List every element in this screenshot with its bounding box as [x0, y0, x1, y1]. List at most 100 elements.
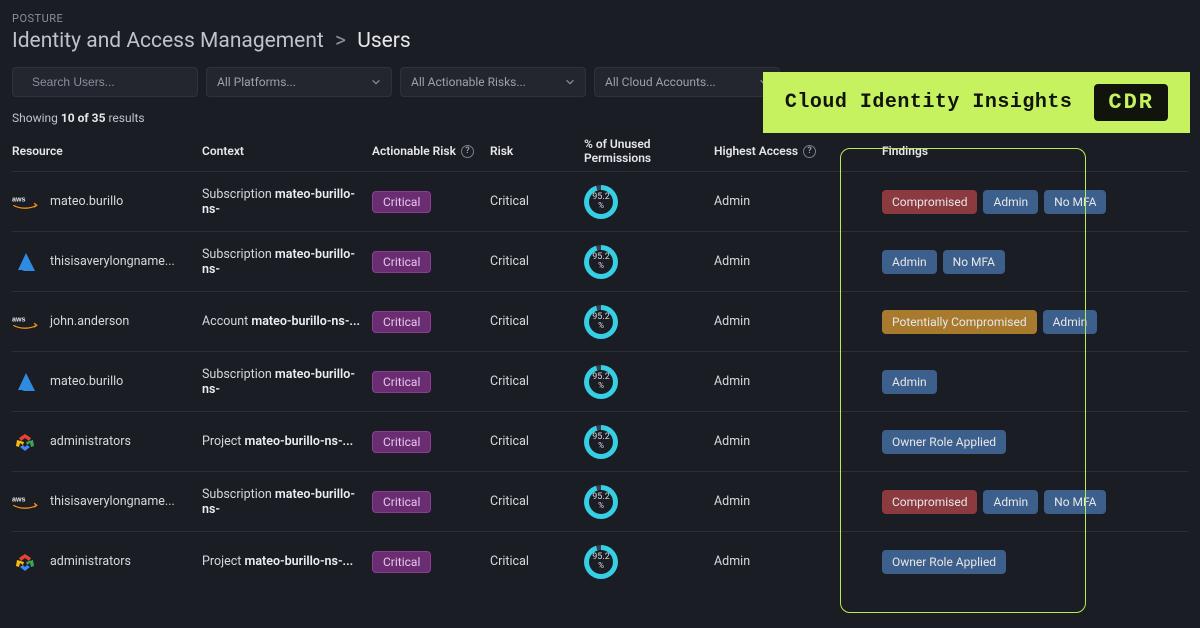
table-row[interactable]: administrators Project mateo-burillo-ns-… — [12, 411, 1188, 471]
context-value: mateo-burillo-ns-... — [244, 434, 353, 449]
users-table: Resource Context Actionable Risk ? Risk … — [0, 131, 1200, 591]
account-filter[interactable]: All Cloud Accounts... — [594, 67, 780, 97]
banner-title: Cloud Identity Insights — [785, 91, 1073, 114]
gcp-icon — [12, 429, 38, 455]
finding-tag[interactable]: No MFA — [1044, 490, 1106, 514]
finding-tag[interactable]: Compromised — [882, 190, 977, 214]
unused-cell: 95.2% — [584, 485, 714, 519]
actionable-risk-pill: Critical — [372, 551, 431, 573]
risk-cell: Critical — [490, 254, 584, 269]
findings-cell: AdminNo MFA — [854, 250, 1194, 274]
actionable-cell: Critical — [372, 311, 490, 333]
resource-cell: administrators — [12, 429, 202, 455]
resource-cell: mateo.burillo — [12, 369, 202, 395]
svg-text:aws: aws — [12, 495, 26, 503]
aws-icon: aws — [12, 309, 38, 335]
risk-filter[interactable]: All Actionable Risks... — [400, 67, 586, 97]
unused-cell: 95.2% — [584, 425, 714, 459]
findings-cell: Admin — [854, 370, 1194, 394]
gauge-value: 95.2% — [592, 553, 610, 570]
findings-cell: CompromisedAdminNo MFA — [854, 190, 1194, 214]
unused-cell: 95.2% — [584, 185, 714, 219]
context-cell: Project mateo-burillo-ns-... — [202, 434, 372, 449]
eyebrow: POSTURE — [12, 12, 1188, 25]
context-type: Subscription — [202, 487, 275, 502]
context-type: Account — [202, 314, 251, 329]
actionable-risk-pill: Critical — [372, 251, 431, 273]
search-input-wrap[interactable] — [12, 67, 198, 97]
finding-tag[interactable]: Compromised — [882, 490, 977, 514]
gauge-value: 95.2% — [592, 193, 610, 210]
context-value: mateo-burillo-ns-... — [244, 554, 353, 569]
actionable-cell: Critical — [372, 251, 490, 273]
gauge-icon: 95.2% — [584, 485, 618, 519]
actionable-cell: Critical — [372, 431, 490, 453]
context-value: mateo-burillo-ns-... — [251, 314, 360, 329]
col-access[interactable]: Highest Access ? — [714, 144, 854, 158]
actionable-risk-pill: Critical — [372, 491, 431, 513]
col-context[interactable]: Context — [202, 144, 372, 158]
breadcrumb-sep: > — [335, 29, 346, 53]
context-type: Project — [202, 434, 244, 449]
finding-tag[interactable]: Admin — [882, 250, 937, 274]
gauge-icon: 95.2% — [584, 425, 618, 459]
help-icon[interactable]: ? — [461, 145, 474, 158]
finding-tag[interactable]: No MFA — [943, 250, 1005, 274]
resource-cell: aws mateo.burillo — [12, 189, 202, 215]
search-input[interactable] — [32, 75, 187, 89]
access-cell: Admin — [714, 434, 854, 449]
finding-tag[interactable]: Admin — [882, 370, 937, 394]
table-row[interactable]: aws john.anderson Account mateo-burillo-… — [12, 291, 1188, 351]
table-row[interactable]: administrators Project mateo-burillo-ns-… — [12, 531, 1188, 591]
help-icon[interactable]: ? — [803, 145, 816, 158]
risk-cell: Critical — [490, 194, 584, 209]
col-unused[interactable]: % of Unused Permissions — [584, 137, 714, 165]
svg-text:aws: aws — [12, 195, 26, 203]
actionable-risk-pill: Critical — [372, 371, 431, 393]
finding-tag[interactable]: Owner Role Applied — [882, 430, 1006, 454]
resource-cell: thisisaverylongname... — [12, 249, 202, 275]
table-row[interactable]: thisisaverylongname... Subscription mate… — [12, 231, 1188, 291]
platform-filter[interactable]: All Platforms... — [206, 67, 392, 97]
azure-icon — [12, 369, 38, 395]
col-findings[interactable]: Findings — [854, 144, 1194, 158]
finding-tag[interactable]: Owner Role Applied — [882, 550, 1006, 574]
resource-cell: administrators — [12, 549, 202, 575]
finding-tag[interactable]: Admin — [1043, 310, 1098, 334]
finding-tag[interactable]: Admin — [983, 190, 1038, 214]
table-row[interactable]: aws thisisaverylongname... Subscription … — [12, 471, 1188, 531]
actionable-cell: Critical — [372, 551, 490, 573]
actionable-cell: Critical — [372, 191, 490, 213]
resource-name: john.anderson — [50, 314, 129, 329]
finding-tag[interactable]: Potentially Compromised — [882, 310, 1037, 334]
gauge-value: 95.2% — [592, 373, 610, 390]
svg-text:aws: aws — [12, 315, 26, 323]
breadcrumb-parent[interactable]: Identity and Access Management — [12, 29, 324, 53]
resource-name: thisisaverylongname... — [50, 494, 175, 509]
actionable-cell: Critical — [372, 491, 490, 513]
access-cell: Admin — [714, 254, 854, 269]
gauge-value: 95.2% — [592, 493, 610, 510]
col-risk[interactable]: Risk — [490, 144, 584, 158]
col-actionable[interactable]: Actionable Risk ? — [372, 144, 490, 158]
context-type: Subscription — [202, 367, 275, 382]
gauge-icon: 95.2% — [584, 305, 618, 339]
finding-tag[interactable]: No MFA — [1044, 190, 1106, 214]
resource-name: mateo.burillo — [50, 374, 123, 389]
search-icon — [23, 76, 24, 89]
table-row[interactable]: aws mateo.burillo Subscription mateo-bur… — [12, 171, 1188, 231]
risk-cell: Critical — [490, 434, 584, 449]
gauge-icon: 95.2% — [584, 185, 618, 219]
risk-cell: Critical — [490, 314, 584, 329]
col-resource[interactable]: Resource — [12, 144, 202, 158]
gauge-icon: 95.2% — [584, 545, 618, 579]
aws-icon: aws — [12, 189, 38, 215]
unused-cell: 95.2% — [584, 305, 714, 339]
context-cell: Subscription mateo-burillo-ns- — [202, 187, 372, 217]
gauge-icon: 95.2% — [584, 245, 618, 279]
table-row[interactable]: mateo.burillo Subscription mateo-burillo… — [12, 351, 1188, 411]
resource-name: administrators — [50, 434, 131, 449]
finding-tag[interactable]: Admin — [983, 490, 1038, 514]
context-cell: Subscription mateo-burillo-ns- — [202, 367, 372, 397]
gauge-value: 95.2% — [592, 313, 610, 330]
